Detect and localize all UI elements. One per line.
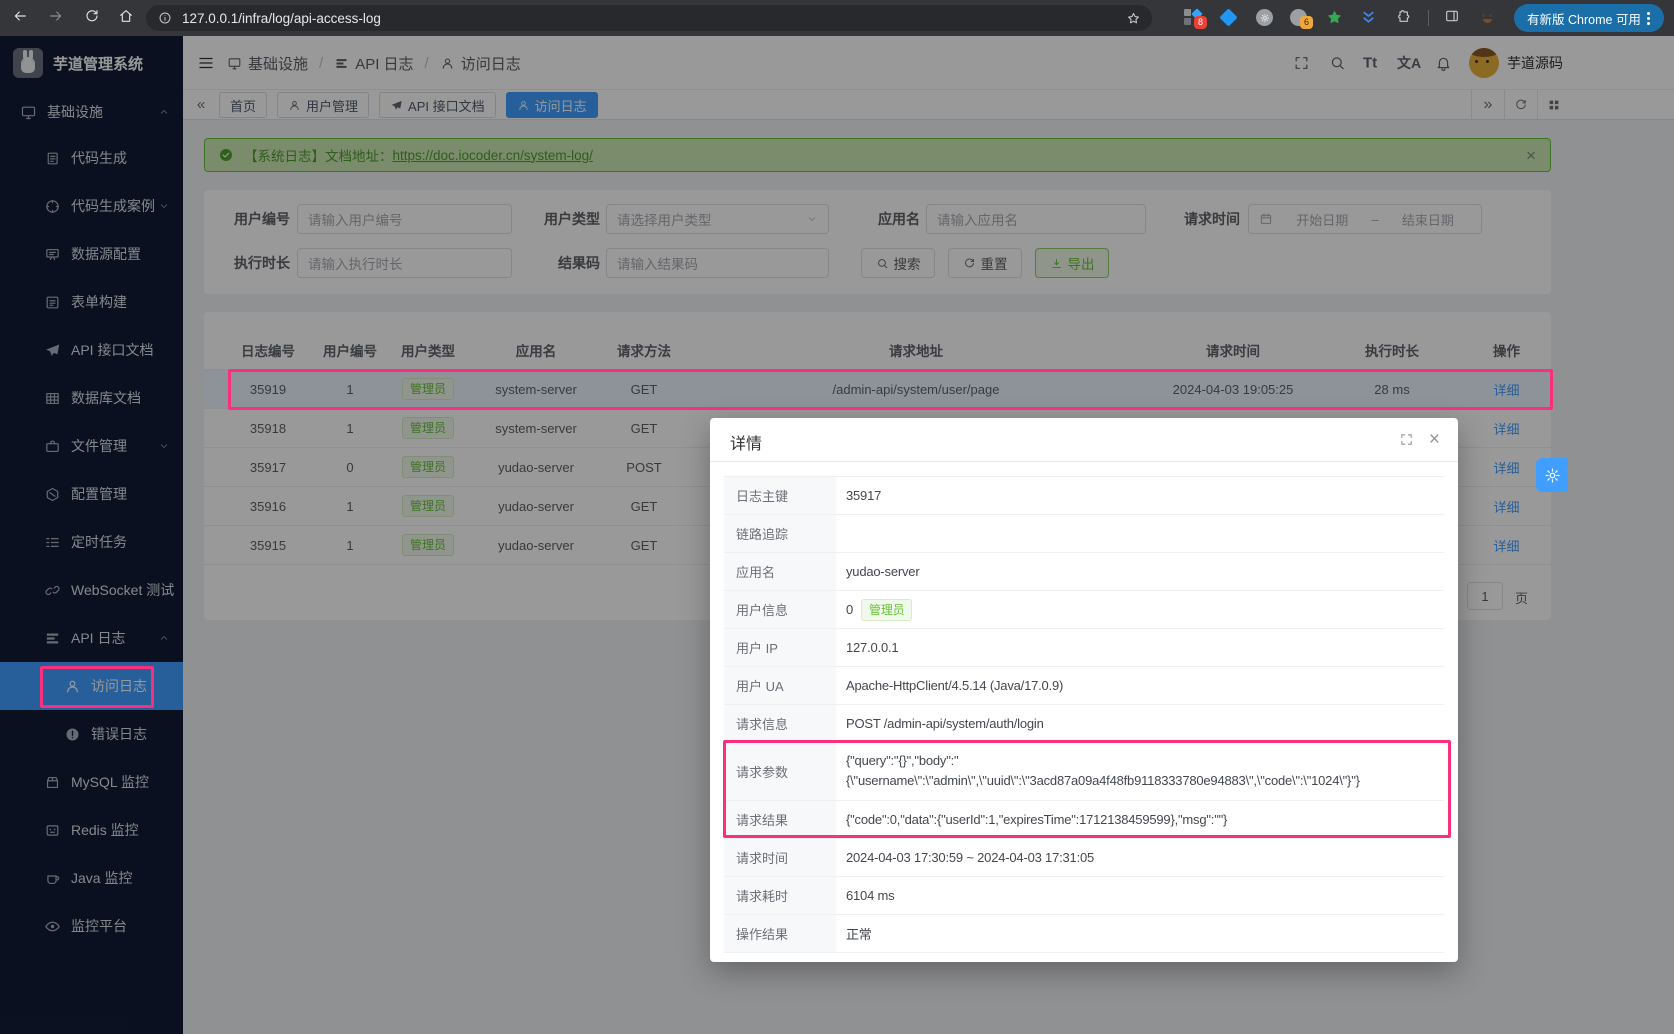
extension-icon-3[interactable] <box>1256 9 1273 45</box>
desc-label: 操作结果 <box>724 915 836 952</box>
detail-modal: 详情 × 日志主键35917 链路追踪 应用名yudao-server 用户信息… <box>710 418 1458 962</box>
modal-header: 详情 × <box>710 418 1458 462</box>
desc-label: 请求时间 <box>724 839 836 876</box>
modal-fullscreen-icon[interactable] <box>1399 432 1414 447</box>
browser-menu-icon[interactable] <box>1647 17 1650 20</box>
user-id-value: 0 <box>846 602 853 617</box>
desc-row: 日志主键35917 <box>724 477 1444 515</box>
desc-value <box>836 515 1444 552</box>
browser-forward-icon[interactable] <box>48 8 64 24</box>
extensions-puzzle-icon[interactable] <box>1396 8 1412 24</box>
chrome-update-button[interactable]: 有新版 Chrome 可用 <box>1514 4 1664 32</box>
extension-badge: 6 <box>1300 16 1313 29</box>
url-text[interactable]: 127.0.0.1/infra/log/api-access-log <box>182 11 1126 26</box>
desc-label: 请求耗时 <box>724 877 836 914</box>
desc-label: 用户 IP <box>724 629 836 666</box>
extension-icon-6[interactable] <box>1360 9 1377 45</box>
desc-value: 127.0.0.1 <box>836 629 1444 666</box>
screen: 127.0.0.1/infra/log/api-access-log 8 6 <box>0 0 1674 1034</box>
desc-label: 链路追踪 <box>724 515 836 552</box>
browser-reload-icon[interactable] <box>84 8 100 24</box>
extension-icon-1[interactable]: 8 <box>1184 9 1201 45</box>
desc-row: 请求参数{"query":"{}","body":"{\"username\":… <box>724 743 1444 801</box>
theme-settings-button[interactable] <box>1536 458 1568 492</box>
extension-icon-4[interactable]: 6 <box>1290 9 1307 45</box>
extension-icon-2[interactable] <box>1222 8 1235 44</box>
desc-row: 用户 IP127.0.0.1 <box>724 629 1444 667</box>
chrome-update-label: 有新版 Chrome 可用 <box>1527 9 1647 28</box>
browser-home-icon[interactable] <box>118 8 134 24</box>
desc-label: 日志主键 <box>724 477 836 514</box>
desc-value: POST /admin-api/system/auth/login <box>836 705 1444 742</box>
desc-label: 请求信息 <box>724 705 836 742</box>
desc-label: 应用名 <box>724 553 836 590</box>
side-panel-icon[interactable] <box>1444 8 1460 24</box>
desc-value: 正常 <box>836 915 1444 952</box>
desc-label: 请求参数 <box>724 743 836 800</box>
desc-row: 用户 UAApache-HttpClient/4.5.14 (Java/17.0… <box>724 667 1444 705</box>
desc-value: 2024-04-03 17:30:59 ~ 2024-04-03 17:31:0… <box>836 839 1444 876</box>
browser-back-icon[interactable] <box>12 8 28 24</box>
browser-toolbar: 127.0.0.1/infra/log/api-access-log 8 6 <box>0 0 1674 36</box>
bookmark-star-icon[interactable] <box>1126 11 1141 26</box>
desc-row: 请求时间2024-04-03 17:30:59 ~ 2024-04-03 17:… <box>724 839 1444 877</box>
desc-value: Apache-HttpClient/4.5.14 (Java/17.0.9) <box>836 667 1444 704</box>
desc-value: yudao-server <box>836 553 1444 590</box>
desc-value: 35917 <box>836 477 1444 514</box>
desc-label: 用户信息 <box>724 591 836 628</box>
desc-value: 0 管理员 <box>836 591 1444 628</box>
modal-close-icon[interactable]: × <box>1429 432 1440 448</box>
desc-row: 请求信息POST /admin-api/system/auth/login <box>724 705 1444 743</box>
extension-icon-5[interactable] <box>1326 9 1343 45</box>
desc-value-request-result: {"code":0,"data":{"userId":1,"expiresTim… <box>836 801 1444 838</box>
desc-value: 6104 ms <box>836 877 1444 914</box>
toolbar-divider <box>1428 10 1429 26</box>
desc-label: 请求结果 <box>724 801 836 838</box>
detail-description-table: 日志主键35917 链路追踪 应用名yudao-server 用户信息 0 管理… <box>724 476 1444 953</box>
desc-row: 链路追踪 <box>724 515 1444 553</box>
desc-label: 用户 UA <box>724 667 836 704</box>
desc-row: 应用名yudao-server <box>724 553 1444 591</box>
admin-tag: 管理员 <box>861 599 912 621</box>
gear-icon <box>1544 467 1561 484</box>
modal-title: 详情 <box>730 430 762 454</box>
desc-row: 请求结果{"code":0,"data":{"userId":1,"expire… <box>724 801 1444 839</box>
extension-badge: 8 <box>1194 16 1207 29</box>
desc-row: 操作结果正常 <box>724 915 1444 953</box>
site-info-icon[interactable] <box>158 11 172 25</box>
address-bar[interactable]: 127.0.0.1/infra/log/api-access-log <box>146 5 1152 31</box>
desc-value-request-params: {"query":"{}","body":"{\"username\":\"ad… <box>836 743 1444 800</box>
desc-row: 用户信息 0 管理员 <box>724 591 1444 629</box>
desc-row: 请求耗时6104 ms <box>724 877 1444 915</box>
